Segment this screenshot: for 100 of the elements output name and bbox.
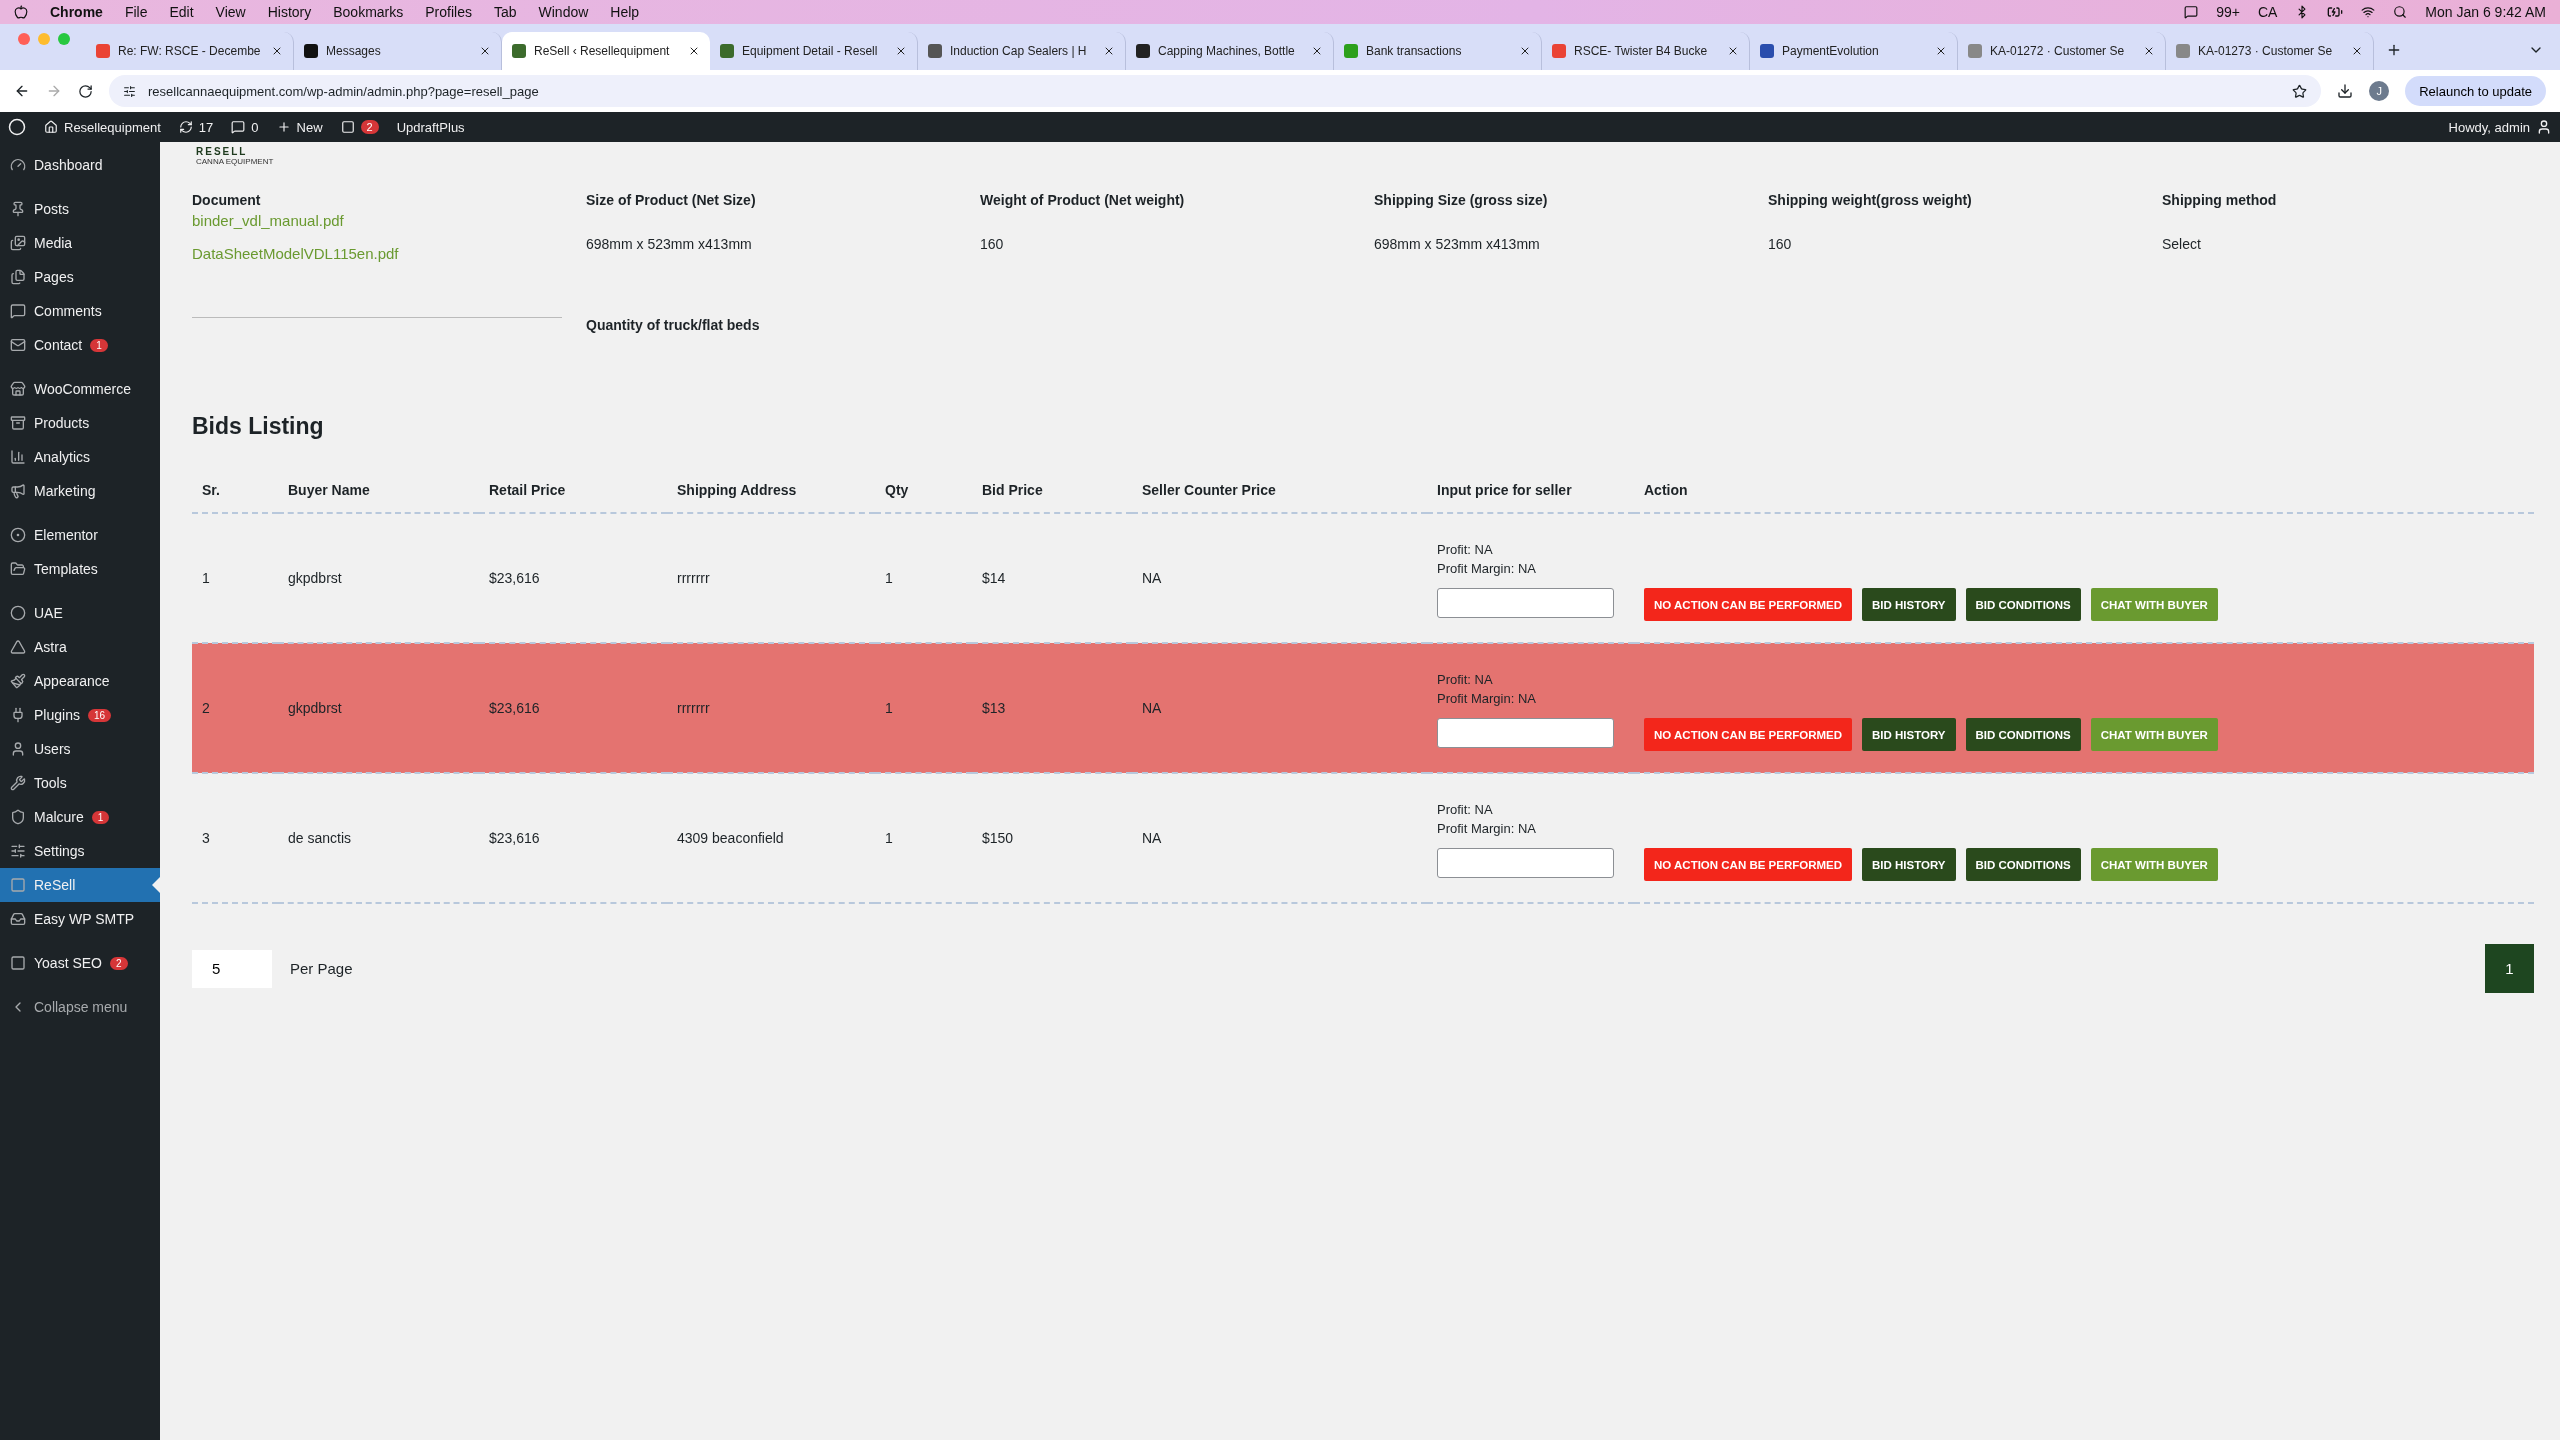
sidebar-item[interactable]: Elementor [0, 518, 160, 552]
plus-icon[interactable] [276, 120, 291, 134]
action-button[interactable]: BID CONDITIONS [1965, 588, 2081, 621]
sidebar-item[interactable]: Pages [0, 260, 160, 294]
close-icon[interactable] [2351, 45, 2363, 57]
sidebar-item[interactable]: ReSell [0, 868, 160, 902]
price-input[interactable] [1437, 588, 1614, 618]
close-icon[interactable] [1727, 45, 1739, 57]
close-icon[interactable] [1103, 45, 1115, 57]
site-settings-icon[interactable] [123, 84, 136, 98]
chat-icon[interactable] [2184, 5, 2199, 19]
clock[interactable]: Mon Jan 6 9:42 AM [2425, 4, 2546, 20]
sidebar-item[interactable]: Contact 1 [0, 328, 160, 362]
per-page-field[interactable]: 5 [192, 949, 272, 988]
action-button[interactable]: NO ACTION CAN BE PERFORMED [1644, 848, 1853, 881]
updates-count[interactable]: 17 [198, 119, 214, 135]
close-icon[interactable] [1311, 45, 1323, 57]
sidebar-item[interactable]: Appearance [0, 664, 160, 698]
close-icon[interactable] [688, 45, 700, 57]
action-button[interactable]: BID HISTORY [1862, 718, 1956, 751]
menu-item[interactable]: Chrome [50, 4, 103, 20]
close-icon[interactable] [2143, 45, 2155, 57]
menu-item[interactable]: Profiles [425, 4, 472, 20]
column-header: Shipping Address [667, 482, 875, 513]
site-link[interactable]: Resellequipment [64, 119, 161, 135]
battery-icon[interactable] [2327, 4, 2344, 20]
menu-item[interactable]: Bookmarks [333, 4, 404, 20]
wifi-icon[interactable] [2361, 5, 2376, 19]
sidebar-item[interactable]: Malcure 1 [0, 800, 160, 834]
new-tab-icon[interactable] [2386, 42, 2402, 58]
sidebar-item[interactable]: UAE [0, 596, 160, 630]
sidebar-item[interactable]: Tools [0, 766, 160, 800]
search-icon[interactable] [2393, 5, 2408, 19]
download-icon[interactable] [2337, 83, 2354, 99]
star-icon[interactable] [2292, 83, 2308, 99]
field-value: 160 [1768, 236, 1793, 252]
apple-icon[interactable] [14, 5, 28, 19]
close-icon[interactable] [271, 45, 283, 57]
sidebar-item[interactable]: Media [0, 226, 160, 260]
table-cell: $23,616 [479, 643, 667, 773]
sidebar-item[interactable]: Easy WP SMTP [0, 902, 160, 936]
home-icon[interactable] [44, 120, 58, 134]
action-button[interactable]: BID CONDITIONS [1965, 848, 2081, 881]
price-input[interactable] [1437, 848, 1614, 878]
sidebar-item[interactable]: Settings [0, 834, 160, 868]
collapse-menu-button[interactable]: Collapse menu [0, 990, 160, 1024]
close-icon[interactable] [1935, 45, 1947, 57]
menu-item[interactable]: Help [610, 4, 640, 20]
sidebar-item[interactable]: Marketing [0, 474, 160, 508]
user-icon[interactable] [2536, 119, 2552, 135]
new-link[interactable]: New [296, 119, 323, 135]
field-label: Document [192, 192, 262, 208]
sidebar-item[interactable]: Comments [0, 294, 160, 328]
reload-icon[interactable] [78, 83, 93, 99]
sidebar-item[interactable]: Users [0, 732, 160, 766]
close-icon[interactable] [479, 45, 491, 57]
logo-tagline: CANNA EQUIPMENT [196, 157, 275, 166]
action-button[interactable]: BID HISTORY [1862, 848, 1956, 881]
account-link[interactable]: Howdy, admin [2448, 119, 2530, 135]
field-label: Size of Product (Net Size) [586, 192, 757, 208]
updraft-link[interactable]: UpdraftPlus [396, 119, 465, 135]
refresh-icon[interactable] [178, 120, 193, 134]
images-icon [10, 235, 26, 251]
page-button[interactable]: 1 [2485, 944, 2534, 993]
table-cell: rrrrrrr [667, 643, 875, 773]
menu-item[interactable]: Edit [169, 4, 194, 20]
action-button[interactable]: BID CONDITIONS [1965, 718, 2081, 751]
browser-tab[interactable]: ReSell ‹ Resellequipment [502, 32, 710, 70]
table-cell: gkpdbrst [278, 513, 479, 643]
sidebar-item[interactable]: Posts [0, 192, 160, 226]
action-button[interactable]: NO ACTION CAN BE PERFORMED [1644, 718, 1853, 751]
back-icon[interactable] [14, 83, 30, 99]
sidebar-item[interactable]: Products [0, 406, 160, 440]
sidebar-item[interactable]: Yoast SEO 2 [0, 946, 160, 980]
action-button[interactable]: BID HISTORY [1862, 588, 1956, 621]
square-icon [10, 955, 26, 971]
menu-item[interactable]: Window [538, 4, 589, 20]
menu-item[interactable]: View [215, 4, 246, 20]
close-icon[interactable] [1519, 45, 1531, 57]
menu-item[interactable]: Tab [493, 4, 517, 20]
sidebar-item[interactable]: WooCommerce [0, 372, 160, 406]
sidebar-item[interactable]: Dashboard [0, 148, 160, 182]
profile-avatar[interactable]: J [2369, 81, 2390, 101]
close-icon[interactable] [895, 45, 907, 57]
sidebar-item[interactable]: Plugins 16 [0, 698, 160, 732]
price-input[interactable] [1437, 718, 1614, 748]
comment-icon[interactable] [231, 120, 246, 134]
status-text[interactable]: CA [2257, 4, 2278, 20]
menu-item[interactable]: File [124, 4, 148, 20]
sidebar-item[interactable]: Astra [0, 630, 160, 664]
menu-item[interactable]: History [267, 4, 312, 20]
status-text[interactable]: 99+ [2216, 4, 2240, 20]
address-bar[interactable]: resellcannaequipment.com/wp-admin/admin.php?page=resell_page [109, 75, 2322, 107]
favicon-icon [1136, 44, 1150, 58]
comments-count[interactable]: 0 [251, 119, 259, 135]
action-button[interactable]: NO ACTION CAN BE PERFORMED [1644, 588, 1853, 621]
sidebar-item[interactable]: Analytics [0, 440, 160, 474]
favicon-icon [928, 44, 942, 58]
sidebar-item[interactable]: Templates [0, 552, 160, 586]
relaunch-button[interactable]: Relaunch to update [2405, 76, 2546, 106]
